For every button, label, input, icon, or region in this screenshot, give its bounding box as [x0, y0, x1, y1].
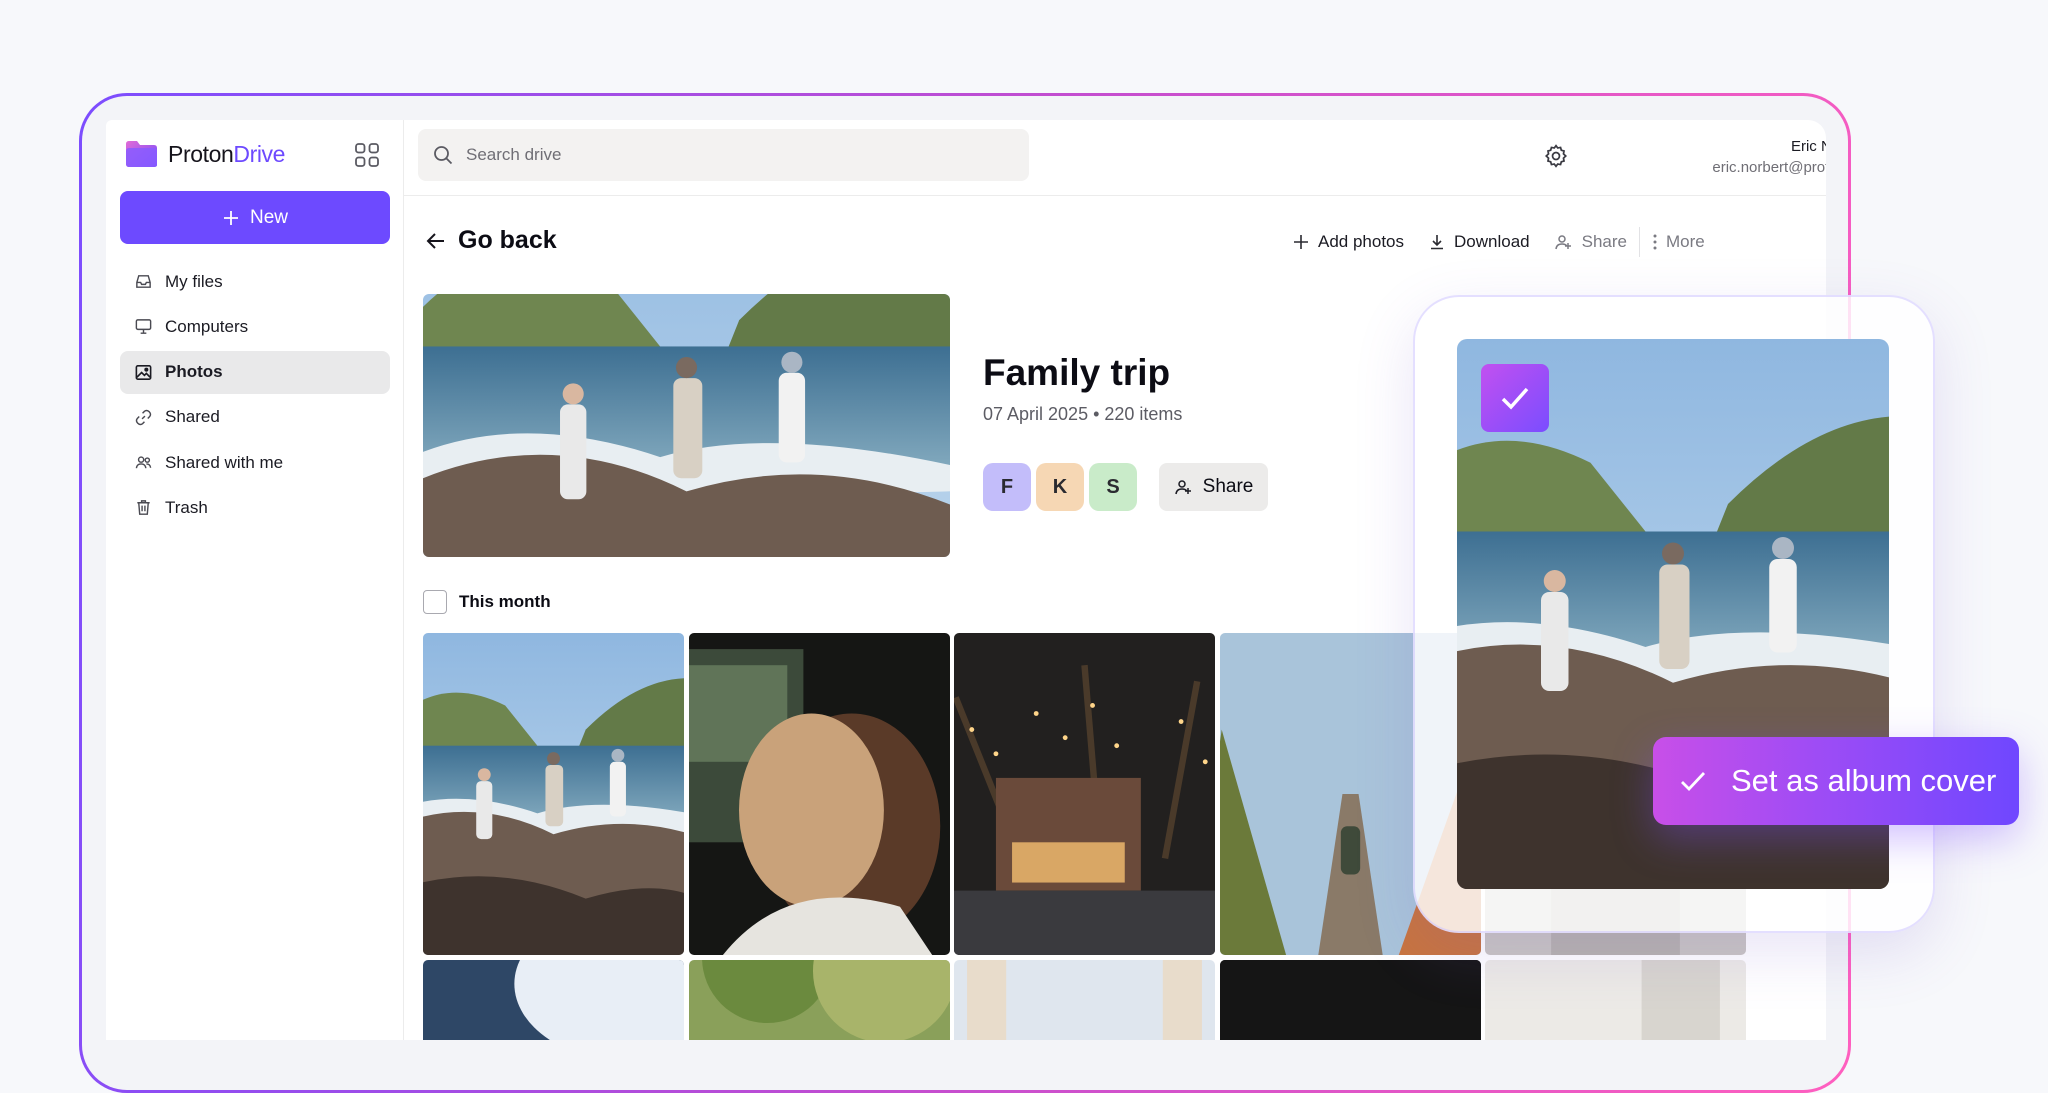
- photo-thumbnail[interactable]: [1220, 960, 1481, 1040]
- sidebar-item-label: Shared: [165, 407, 220, 427]
- sidebar-nav: My files Computers Photos Shared Shared …: [120, 260, 390, 532]
- member-avatar-k[interactable]: K: [1036, 463, 1084, 511]
- search-input[interactable]: Search drive: [418, 129, 1029, 181]
- album-toolbar: Add photos Download Share More: [1280, 227, 1717, 257]
- photo-thumbnail[interactable]: [423, 960, 684, 1040]
- photo-thumbnail[interactable]: [954, 960, 1215, 1040]
- sidebar-item-computers[interactable]: Computers: [120, 305, 390, 348]
- member-avatar-f[interactable]: F: [983, 463, 1031, 511]
- user-share-icon: [1174, 480, 1191, 495]
- add-photos-button[interactable]: Add photos: [1280, 232, 1416, 252]
- plus-icon: [223, 210, 238, 225]
- trash-icon: [137, 500, 150, 516]
- section-header: This month: [423, 590, 551, 614]
- share-toolbar-label: Share: [1581, 232, 1627, 251]
- go-back-button[interactable]: Go back: [424, 226, 557, 255]
- download-icon: [1431, 235, 1444, 250]
- set-album-cover-button[interactable]: Set as album cover: [1653, 737, 2019, 825]
- album-share-button[interactable]: Share: [1159, 463, 1268, 511]
- album-cover-image[interactable]: [423, 294, 950, 557]
- user-share-icon: [1554, 235, 1571, 250]
- album-members: F K S: [983, 463, 1137, 511]
- album-title: Family trip: [983, 352, 1171, 393]
- download-button[interactable]: Download: [1416, 232, 1542, 252]
- check-icon: [1681, 772, 1706, 792]
- photo-thumbnail[interactable]: [423, 633, 684, 955]
- photo-thumbnail[interactable]: [689, 960, 950, 1040]
- user-name: Eric Norbert: [1790, 138, 1826, 155]
- users-icon: [135, 456, 152, 469]
- sidebar-item-my-files[interactable]: My files: [120, 260, 390, 303]
- sidebar-item-trash[interactable]: Trash: [120, 486, 390, 529]
- go-back-label: Go back: [458, 226, 557, 254]
- user-email: eric.norbert@proton.me: [1712, 159, 1826, 176]
- sidebar-item-shared-with-me[interactable]: Shared with me: [120, 441, 390, 484]
- brand-logo[interactable]: ProtonDrive: [124, 140, 285, 168]
- share-toolbar-button[interactable]: Share: [1542, 232, 1639, 252]
- member-avatar-s[interactable]: S: [1089, 463, 1137, 511]
- selected-check-icon[interactable]: [1481, 364, 1549, 432]
- header-divider: [404, 195, 1826, 196]
- inbox-icon: [136, 275, 151, 288]
- sidebar: ProtonDrive New My files Computers Photo…: [106, 120, 404, 1040]
- brand-name: ProtonDrive: [168, 140, 286, 167]
- sidebar-item-photos[interactable]: Photos: [120, 350, 390, 394]
- sidebar-item-label: Photos: [165, 362, 223, 382]
- more-button[interactable]: More: [1640, 232, 1717, 252]
- photo-thumbnail[interactable]: [689, 633, 950, 955]
- selected-photo-card: [1413, 295, 1935, 933]
- search-icon: [434, 146, 453, 165]
- app-grid-icon[interactable]: [354, 142, 380, 168]
- sidebar-item-shared[interactable]: Shared: [120, 396, 390, 439]
- set-album-cover-label: Set as album cover: [1731, 763, 1997, 798]
- sidebar-item-label: Trash: [165, 497, 208, 517]
- link-icon: [135, 409, 152, 426]
- album-share-label: Share: [1202, 476, 1254, 497]
- sidebar-item-label: Shared with me: [165, 452, 284, 472]
- settings-gear-icon[interactable]: [1543, 143, 1569, 169]
- new-button-label: New: [249, 206, 288, 228]
- plus-icon: [1294, 235, 1308, 249]
- more-label: More: [1666, 232, 1705, 251]
- folder-logo-icon: [124, 140, 158, 168]
- album-meta: 07 April 2025 • 220 items: [983, 404, 1183, 424]
- section-label: This month: [459, 592, 551, 611]
- search-placeholder: Search drive: [466, 145, 562, 164]
- monitor-icon: [135, 319, 152, 335]
- photo-thumbnail[interactable]: [1485, 960, 1746, 1040]
- sidebar-item-label: Computers: [165, 316, 249, 336]
- add-photos-label: Add photos: [1318, 232, 1405, 251]
- image-icon: [135, 364, 152, 380]
- arrow-left-icon: [426, 232, 444, 249]
- vertical-dots-icon: [1653, 234, 1657, 250]
- new-button[interactable]: New: [120, 191, 390, 244]
- sidebar-item-label: My files: [165, 271, 223, 291]
- photo-thumbnail[interactable]: [954, 633, 1215, 955]
- download-label: Download: [1454, 232, 1530, 251]
- user-info[interactable]: Eric Norbert eric.norbert@proton.me: [1586, 136, 1826, 178]
- select-month-checkbox[interactable]: [423, 590, 447, 614]
